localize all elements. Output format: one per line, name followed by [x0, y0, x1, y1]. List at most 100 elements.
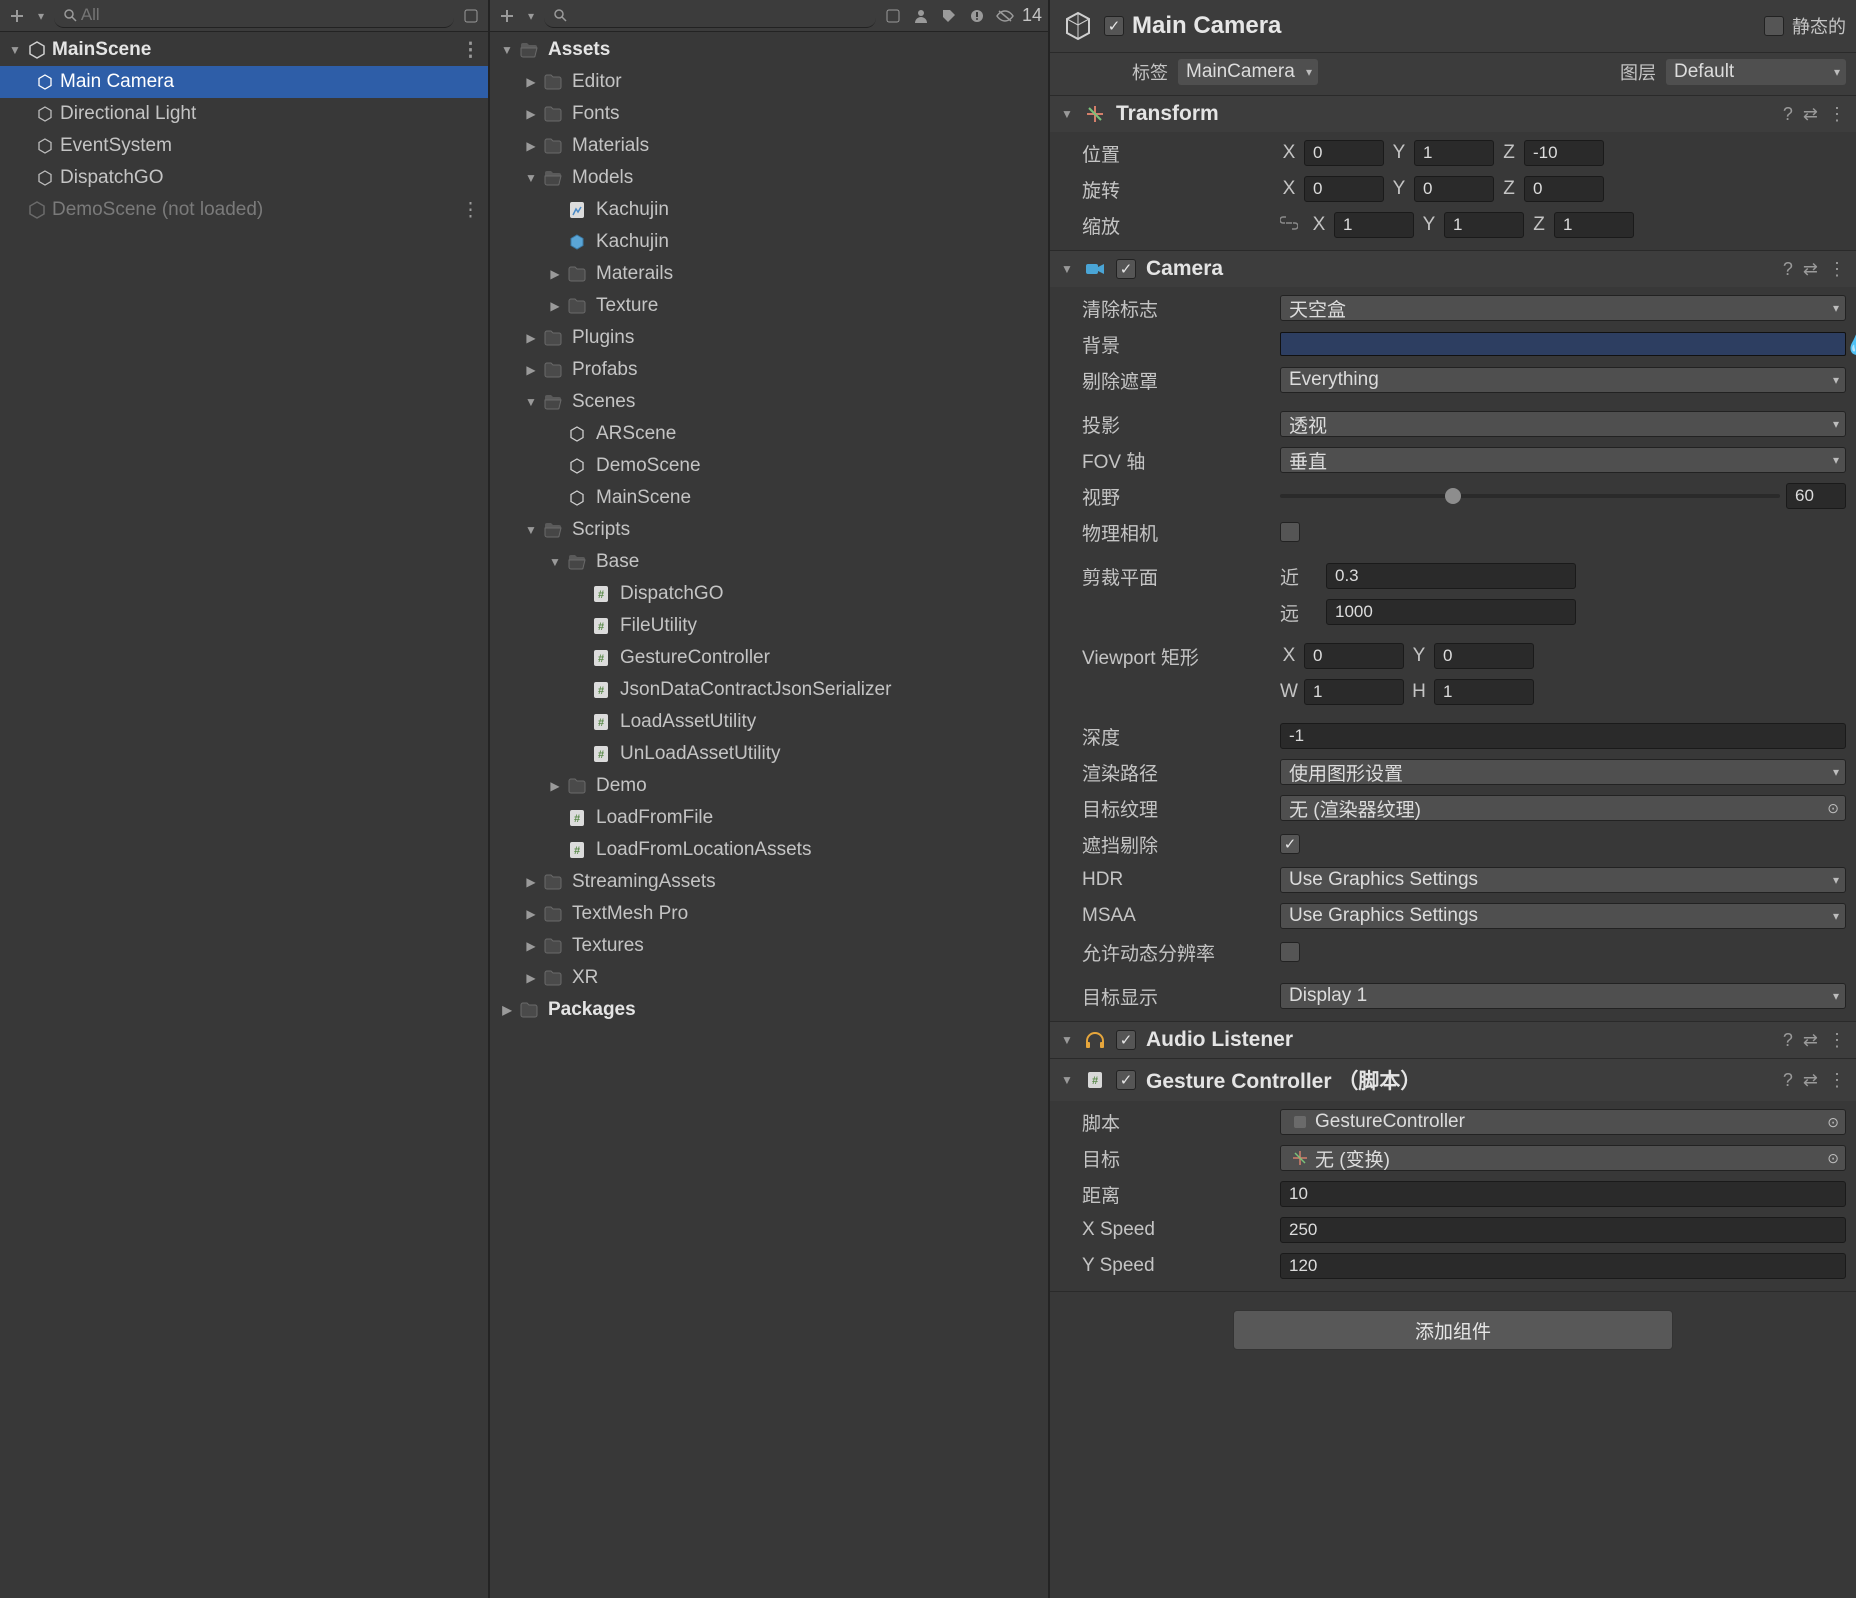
foldout-icon[interactable]: ▼ — [500, 43, 514, 57]
foldout-icon[interactable]: ▶ — [500, 1003, 514, 1017]
dynres-checkbox[interactable] — [1280, 942, 1300, 962]
project-folder[interactable]: ▶ Texture — [490, 290, 1048, 322]
foldout-icon[interactable]: ▼ — [8, 43, 22, 57]
rotation-y[interactable] — [1414, 176, 1494, 202]
help-icon[interactable]: ? — [1783, 1070, 1793, 1091]
project-root-assets[interactable]: ▼ Assets — [490, 34, 1048, 66]
project-folder[interactable]: ▶ Plugins — [490, 322, 1048, 354]
viewport-h[interactable] — [1434, 679, 1534, 705]
physical-camera-checkbox[interactable] — [1280, 522, 1300, 542]
foldout-icon[interactable]: ▶ — [524, 363, 538, 377]
project-asset[interactable]: # LoadFromFile — [490, 802, 1048, 834]
create-dropdown-icon[interactable]: ▾ — [524, 9, 538, 23]
component-header[interactable]: ▼ Transform ? ⇄ ⋮ — [1050, 96, 1856, 132]
foldout-icon[interactable]: ▶ — [524, 875, 538, 889]
foldout-icon[interactable]: ▶ — [524, 907, 538, 921]
foldout-icon[interactable]: ▶ — [548, 779, 562, 793]
gameobject-enabled-checkbox[interactable] — [1104, 16, 1124, 36]
position-z[interactable] — [1524, 140, 1604, 166]
background-color[interactable]: 💧 — [1280, 332, 1846, 356]
filter-type-icon[interactable] — [882, 5, 904, 27]
foldout-icon[interactable]: ▼ — [1060, 1073, 1074, 1087]
kebab-icon[interactable]: ⋮ — [1828, 259, 1846, 280]
layer-dropdown[interactable]: Default — [1666, 59, 1846, 85]
msaa-dropdown[interactable]: Use Graphics Settings — [1280, 903, 1846, 929]
hdr-dropdown[interactable]: Use Graphics Settings — [1280, 867, 1846, 893]
kebab-icon[interactable]: ⋮ — [461, 39, 480, 62]
create-icon[interactable] — [496, 5, 518, 27]
kebab-icon[interactable]: ⋮ — [1828, 1070, 1846, 1091]
foldout-icon[interactable]: ▶ — [524, 139, 538, 153]
tag-dropdown[interactable]: MainCamera — [1178, 59, 1318, 85]
project-search[interactable] — [544, 4, 876, 28]
static-checkbox[interactable] — [1764, 16, 1784, 36]
project-folder[interactable]: ▶ Demo — [490, 770, 1048, 802]
foldout-icon[interactable]: ▶ — [524, 939, 538, 953]
project-folder[interactable]: ▶ Fonts — [490, 98, 1048, 130]
foldout-icon[interactable]: ▼ — [524, 171, 538, 185]
help-icon[interactable]: ? — [1783, 1030, 1793, 1051]
save-filter-icon[interactable] — [966, 5, 988, 27]
preset-icon[interactable]: ⇄ — [1803, 104, 1818, 125]
distance-field[interactable] — [1280, 1181, 1846, 1207]
kebab-icon[interactable]: ⋮ — [1828, 1030, 1846, 1051]
component-enabled-checkbox[interactable] — [1116, 259, 1136, 279]
eyedropper-icon[interactable]: 💧 — [1845, 333, 1856, 357]
project-folder[interactable]: ▶ Materials — [490, 130, 1048, 162]
component-header[interactable]: ▼ Audio Listener ? ⇄ ⋮ — [1050, 1022, 1856, 1058]
project-asset[interactable]: DemoScene — [490, 450, 1048, 482]
hierarchy-item[interactable]: Main Camera — [0, 66, 488, 98]
component-enabled-checkbox[interactable] — [1116, 1070, 1136, 1090]
scale-z[interactable] — [1554, 212, 1634, 238]
component-header[interactable]: ▼ Camera ? ⇄ ⋮ — [1050, 251, 1856, 287]
project-folder[interactable]: ▶ Profabs — [490, 354, 1048, 386]
project-folder[interactable]: ▶ Textures — [490, 930, 1048, 962]
foldout-icon[interactable]: ▼ — [1060, 1033, 1074, 1047]
project-asset[interactable]: # LoadAssetUtility — [490, 706, 1048, 738]
project-asset[interactable]: # LoadFromLocationAssets — [490, 834, 1048, 866]
rotation-x[interactable] — [1304, 176, 1384, 202]
project-asset[interactable]: # UnLoadAssetUtility — [490, 738, 1048, 770]
project-folder[interactable]: ▶ Editor — [490, 66, 1048, 98]
project-folder[interactable]: ▶ Materails — [490, 258, 1048, 290]
create-icon[interactable] — [6, 5, 28, 27]
filter-label-icon[interactable] — [938, 5, 960, 27]
project-folder[interactable]: ▶ StreamingAssets — [490, 866, 1048, 898]
project-asset[interactable]: Kachujin — [490, 226, 1048, 258]
project-folder[interactable]: ▼ Base — [490, 546, 1048, 578]
fov-axis-dropdown[interactable]: 垂直 — [1280, 447, 1846, 473]
project-folder[interactable]: ▼ Scenes — [490, 386, 1048, 418]
render-path-dropdown[interactable]: 使用图形设置 — [1280, 759, 1846, 785]
kebab-icon[interactable]: ⋮ — [1828, 104, 1846, 125]
yspeed-field[interactable] — [1280, 1253, 1846, 1279]
hierarchy-item[interactable]: EventSystem — [0, 130, 488, 162]
filter-person-icon[interactable] — [910, 5, 932, 27]
scale-x[interactable] — [1334, 212, 1414, 238]
project-search-input[interactable] — [571, 5, 870, 25]
occlusion-checkbox[interactable] — [1280, 834, 1300, 854]
kebab-icon[interactable]: ⋮ — [461, 199, 480, 222]
preset-icon[interactable]: ⇄ — [1803, 259, 1818, 280]
scene-picker-icon[interactable] — [460, 5, 482, 27]
near-clip[interactable] — [1326, 563, 1576, 589]
help-icon[interactable]: ? — [1783, 259, 1793, 280]
far-clip[interactable] — [1326, 599, 1576, 625]
hierarchy-item[interactable]: Directional Light — [0, 98, 488, 130]
target-field[interactable]: 无 (变换) — [1280, 1145, 1846, 1171]
project-folder[interactable]: ▼ Models — [490, 162, 1048, 194]
foldout-icon[interactable]: ▶ — [548, 299, 562, 313]
project-asset[interactable]: Kachujin — [490, 194, 1048, 226]
position-x[interactable] — [1304, 140, 1384, 166]
foldout-icon[interactable]: ▼ — [1060, 107, 1074, 121]
preset-icon[interactable]: ⇄ — [1803, 1070, 1818, 1091]
component-enabled-checkbox[interactable] — [1116, 1030, 1136, 1050]
help-icon[interactable]: ? — [1783, 104, 1793, 125]
xspeed-field[interactable] — [1280, 1217, 1846, 1243]
fov-slider[interactable] — [1280, 494, 1780, 498]
hierarchy-item[interactable]: DispatchGO — [0, 162, 488, 194]
constrain-icon[interactable] — [1280, 214, 1298, 236]
hierarchy-search-input[interactable] — [81, 5, 448, 25]
foldout-icon[interactable]: ▼ — [524, 523, 538, 537]
clear-flags-dropdown[interactable]: 天空盒 — [1280, 295, 1846, 321]
viewport-x[interactable] — [1304, 643, 1404, 669]
